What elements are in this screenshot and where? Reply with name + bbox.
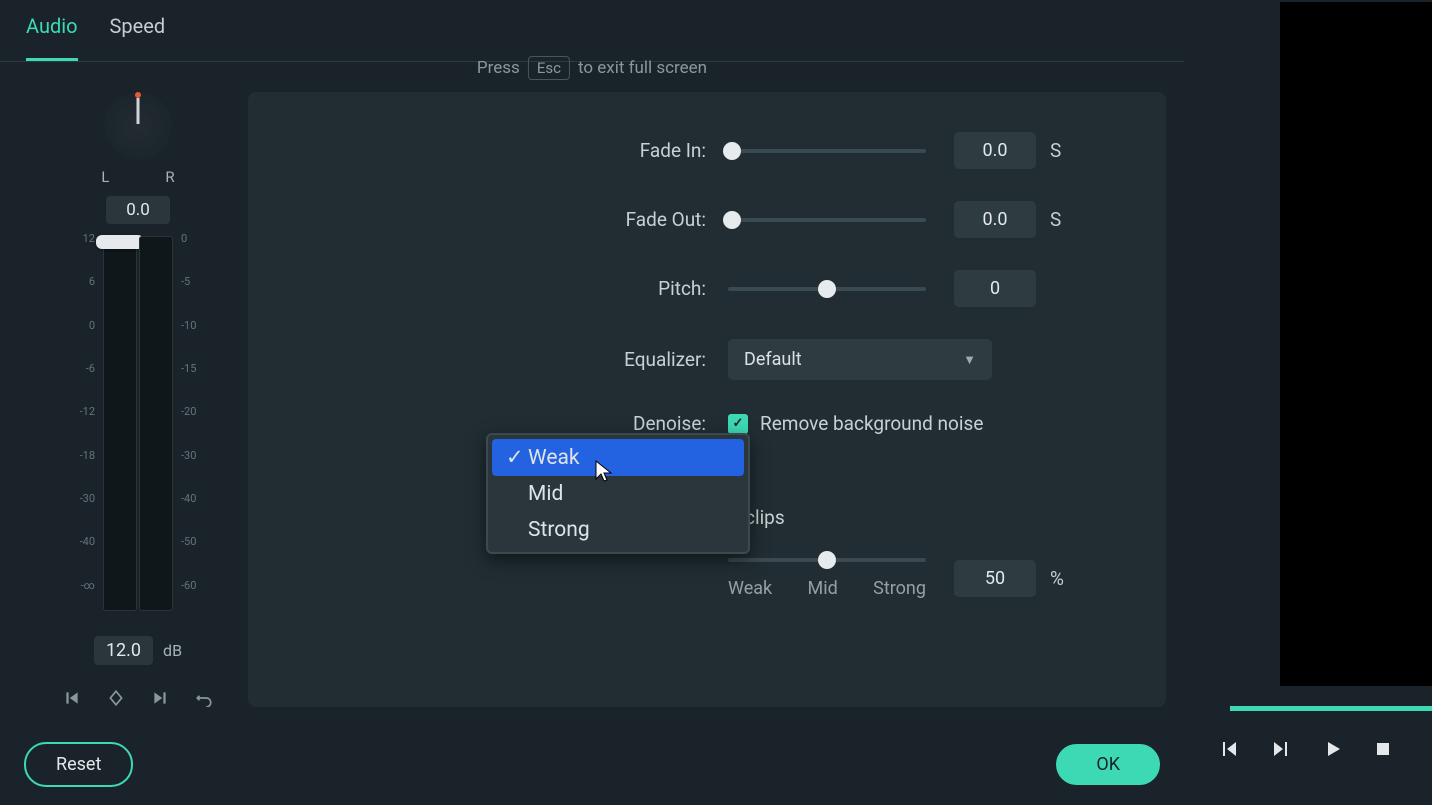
range-strong: Strong: [873, 578, 926, 599]
audio-panel: Fade In: 0.0 S Fade Out: 0.0 S Pitch: 0 …: [248, 92, 1166, 707]
chevron-down-icon: ▼: [963, 352, 976, 368]
equalizer-select[interactable]: Default ▼: [728, 339, 992, 380]
fade-in-label: Fade In:: [248, 139, 728, 162]
vu-scale-right: 0 -5 -10 -15 -20 -30 -40 -50 -60: [177, 232, 205, 622]
ducking-unit: %: [1050, 567, 1074, 590]
denoise-checkbox-label: Remove background noise: [760, 412, 983, 435]
fade-in-unit: S: [1050, 139, 1074, 162]
vu-bar-right[interactable]: [139, 236, 173, 611]
keyframe-icon[interactable]: [107, 689, 125, 707]
dropdown-option-weak[interactable]: ✓Weak: [492, 439, 744, 476]
equalizer-label: Equalizer:: [248, 348, 728, 371]
vu-scale-left: 12 6 0 -6 -12 -18 -30 -40 -∞: [71, 232, 99, 622]
denoise-checkbox[interactable]: ✓: [728, 414, 748, 434]
skip-start-icon[interactable]: [63, 689, 81, 707]
progress-bar[interactable]: [1230, 706, 1432, 711]
fade-out-slider[interactable]: [728, 218, 926, 222]
preview-pane: [1280, 2, 1432, 686]
transport-controls: [1218, 738, 1392, 760]
pitch-value[interactable]: 0: [954, 270, 1036, 307]
skip-end-icon[interactable]: [151, 689, 169, 707]
pitch-label: Pitch:: [248, 277, 728, 300]
range-mid: Mid: [808, 578, 838, 599]
tab-audio[interactable]: Audio: [26, 14, 78, 61]
pitch-slider[interactable]: [728, 287, 926, 291]
vu-bar-left[interactable]: [103, 236, 137, 611]
pan-knob[interactable]: [104, 92, 172, 160]
dropdown-option-strong[interactable]: Strong: [492, 512, 744, 548]
ducking-hidden-text: clips: [745, 506, 785, 529]
tab-speed[interactable]: Speed: [110, 14, 166, 61]
dropdown-option-mid[interactable]: Mid: [492, 476, 744, 512]
pan-value: 0.0: [106, 196, 170, 224]
vu-meter: 12 6 0 -6 -12 -18 -30 -40 -∞: [71, 232, 205, 622]
prev-frame-icon[interactable]: [1218, 738, 1240, 760]
stop-icon[interactable]: [1374, 740, 1392, 758]
ok-button[interactable]: OK: [1056, 744, 1160, 785]
pan-l-label: L: [101, 168, 109, 186]
fade-in-value[interactable]: 0.0: [954, 132, 1036, 169]
pan-r-label: R: [165, 168, 174, 186]
fade-out-value[interactable]: 0.0: [954, 201, 1036, 238]
db-value: 12.0: [94, 636, 153, 665]
vu-slider-thumb[interactable]: [96, 235, 144, 249]
denoise-label: Denoise:: [248, 412, 728, 435]
range-weak: Weak: [728, 578, 772, 599]
db-unit: dB: [163, 641, 182, 660]
fade-out-label: Fade Out:: [248, 208, 728, 231]
fade-out-unit: S: [1050, 208, 1074, 231]
undo-icon[interactable]: [195, 689, 213, 707]
footer: Reset OK: [0, 742, 1184, 787]
fade-in-slider[interactable]: [728, 149, 926, 153]
ducking-slider[interactable]: [728, 558, 926, 562]
denoise-level-dropdown: ✓Weak Mid Strong: [486, 433, 750, 554]
meter-section: L R 0.0 12 6 0 -6 -12 -18 -30 -40 -∞: [0, 62, 248, 707]
cursor-icon: [594, 459, 614, 483]
ducking-value[interactable]: 50: [954, 560, 1036, 597]
play-icon[interactable]: [1322, 738, 1344, 760]
next-frame-icon[interactable]: [1270, 738, 1292, 760]
tabs: Audio Speed: [0, 0, 1184, 62]
reset-button[interactable]: Reset: [24, 742, 133, 787]
